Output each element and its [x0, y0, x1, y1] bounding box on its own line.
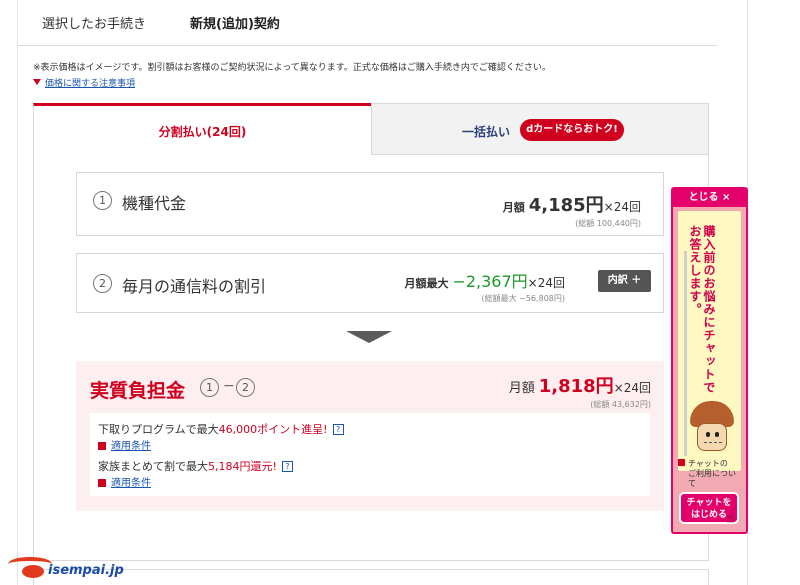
price-note-link-label: 価格に関する注意事項 [45, 79, 136, 89]
benefit-trade-in-amount: 46,000ポイント進呈! [218, 423, 328, 436]
selected-procedure-value: 新規(追加)契約 [190, 17, 280, 32]
square-bullet-icon [678, 459, 685, 466]
triangle-down-icon [33, 79, 41, 85]
chat-banner[interactable]: 購入前のお悩みにチャットでお答えします。 [678, 211, 741, 471]
discount-times: ×24回 [527, 276, 565, 290]
pointer-hand-icon: ☝ [726, 511, 735, 527]
chat-about-line1: チャットの [688, 459, 728, 468]
conditions-link-trade-in[interactable]: 適用条件 [98, 437, 151, 452]
chat-about-line2: ご利用について [688, 469, 736, 488]
conditions-link-family[interactable]: 適用条件 [98, 474, 151, 489]
number-badge-2: 2 [93, 274, 112, 293]
square-bullet-icon [98, 442, 106, 450]
site-logo: isempai.jp [8, 553, 148, 583]
device-price: 月額 4,185円×24回 (総額 100,440円) [503, 191, 641, 229]
benefit-family-amount: 5,184円還元! [208, 460, 277, 473]
device-price-total: (総額 100,440円) [575, 219, 641, 228]
benefits-box: 下取りプログラムで最大46,000ポイント進呈!? 適用条件 家族まとめて割で最… [90, 413, 650, 496]
mascot-mouth [704, 442, 722, 445]
tab-lump-sum[interactable]: 一括払い dカードならおトク! [371, 103, 709, 155]
discount-title: 毎月の通信料の割引 [122, 277, 267, 296]
arrow-down-icon [346, 331, 392, 343]
device-price-times: ×24回 [603, 200, 641, 214]
device-price-prefix: 月額 [502, 201, 525, 214]
procedure-header: 選択したお手続き 新規(追加)契約 [17, 0, 717, 46]
discount-total: (総額最大 −56,808円) [481, 294, 565, 303]
chat-widget: とじる × 購入前のお悩みにチャットでお答えします。 チャットの ご利用について… [671, 187, 748, 534]
real-cost-prefix: 月額 [508, 381, 535, 396]
discount-price: 月額最大 −2,367円×24回 (総額最大 −56,808円) [404, 268, 565, 304]
benefit-family: 家族まとめて割で最大5,184円還元!? [98, 458, 293, 474]
help-icon[interactable]: ? [281, 461, 293, 472]
mascot-face [697, 423, 727, 451]
device-price-title: 機種代金 [122, 194, 187, 213]
ref-badge-2: 2 [236, 378, 255, 397]
real-cost-box: 実質負担金 1 − 2 月額 1,818円×24回 (総額 43,632円) 下取… [76, 361, 664, 511]
conditions-link-label: 適用条件 [111, 441, 151, 452]
minus-sign: − [223, 378, 235, 394]
mascot-eye [715, 432, 719, 437]
flag-pole [684, 251, 687, 456]
mascot-eye [706, 432, 710, 437]
logo-mark-icon [22, 565, 44, 578]
conditions-link-label: 適用条件 [111, 478, 151, 489]
left-frame-line [17, 0, 18, 585]
logo-text: isempai.jp [48, 563, 124, 578]
selected-procedure-label: 選択したお手続き [42, 17, 147, 32]
chat-vertical-text: 購入前のお悩みにチャットでお答えします。 [688, 225, 716, 394]
tab-lump-sum-label: 一括払い [462, 125, 511, 139]
tab-installment[interactable]: 分割払い(24回) [33, 103, 371, 155]
number-badge-1: 1 [93, 191, 112, 210]
dcard-badge: dカードならおトク! [520, 119, 624, 141]
real-cost-times: ×24回 [613, 381, 651, 395]
ref-badge-1: 1 [200, 378, 219, 397]
device-price-amount: 4,185円 [528, 195, 604, 216]
breakdown-button[interactable]: 内訳 ＋ [598, 270, 651, 292]
discount-prefix: 月額最大 [404, 277, 449, 290]
price-notice: ※表示価格はイメージです。割引額はお客様のご契約状況によって異なります。正式な価… [33, 63, 551, 73]
tab-installment-label: 分割払い(24回) [158, 125, 247, 139]
benefit-family-text: 家族まとめて割で最大 [98, 460, 208, 473]
help-icon[interactable]: ? [332, 424, 344, 435]
chat-start-line1: チャットを [686, 498, 732, 508]
price-note-link[interactable]: 価格に関する注意事項 [33, 76, 135, 89]
benefit-trade-in-text: 下取りプログラムで最大 [98, 423, 219, 436]
real-cost-amount: 1,818円 [538, 376, 614, 397]
discount-amount: −2,367円 [452, 272, 528, 291]
real-cost-total: (総額 43,632円) [590, 400, 651, 409]
real-cost-price: 月額 1,818円×24回 (総額 43,632円) [509, 372, 651, 410]
chat-close-button[interactable]: とじる × [673, 189, 746, 207]
square-bullet-icon [98, 479, 106, 487]
chat-about-link[interactable]: チャットの ご利用について [678, 459, 741, 489]
real-cost-title: 実質負担金 [90, 380, 186, 402]
benefit-trade-in: 下取りプログラムで最大46,000ポイント進呈!? [98, 421, 344, 437]
discount-card: 2 毎月の通信料の割引 月額最大 −2,367円×24回 (総額最大 −56,80… [76, 253, 664, 313]
device-price-card: 1 機種代金 月額 4,185円×24回 (総額 100,440円) [76, 172, 664, 236]
